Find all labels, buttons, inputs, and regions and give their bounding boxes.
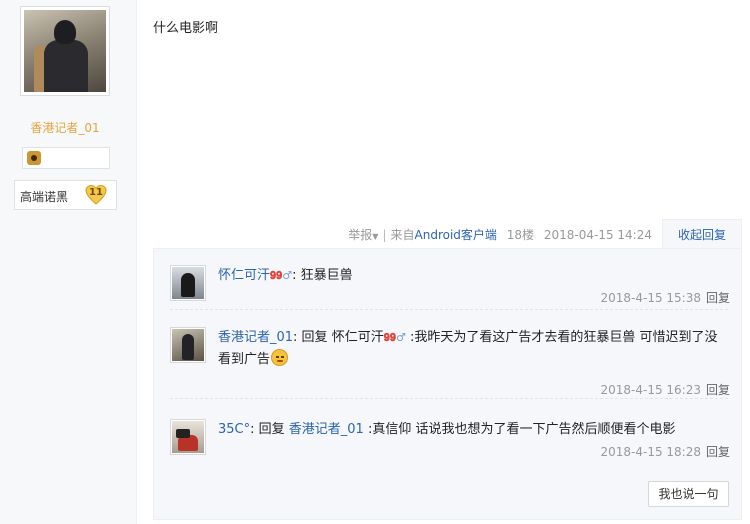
reply-time: 2018-4-15 15:38 — [600, 291, 701, 305]
reply-avatar[interactable] — [170, 327, 206, 363]
level-title: 高端诺黑 — [20, 190, 69, 204]
level-number: 11 — [89, 187, 103, 198]
reply-target[interactable]: 怀仁可汗 — [332, 330, 384, 345]
reply-avatar[interactable] — [170, 265, 206, 301]
reply-item: 怀仁可汗𝟗𝟗♂: 狂暴巨兽 2018-4-15 15:38 回复 — [170, 265, 730, 315]
reply-username[interactable]: 怀仁可汗 — [218, 268, 270, 283]
post-content: 什么电影啊 — [153, 21, 219, 36]
reply-meta: 2018-4-15 18:28 回复 — [600, 443, 730, 460]
reply-button[interactable]: 回复 — [706, 291, 730, 305]
male-icon: ♂ — [395, 331, 406, 344]
medal-icon — [27, 151, 41, 165]
reply-divider — [170, 309, 728, 310]
reply-text: 香港记者_01: 回复 怀仁可汗𝟗𝟗♂ :我昨天为了看这广告才去看的狂暴巨兽 可… — [218, 327, 728, 371]
reply-divider — [170, 398, 728, 399]
reply-username[interactable]: 香港记者_01 — [218, 330, 293, 345]
level-badge[interactable]: 高端诺黑 11 — [14, 180, 117, 210]
reply-message: : 狂暴巨兽 — [292, 268, 353, 283]
reply-time: 2018-4-15 16:23 — [600, 383, 701, 397]
author-avatar[interactable] — [20, 6, 110, 96]
reply-text: 35C°: 回复 香港记者_01 :真信仰 话说我也想为了看一下广告然后顺便看个… — [218, 419, 728, 441]
medal-badge[interactable] — [22, 147, 110, 169]
reply-button[interactable]: 回复 — [706, 445, 730, 459]
reply-meta: 2018-4-15 16:23 回复 — [600, 381, 730, 398]
post-meta: 举报▼ | 来自Android客户端 18楼 2018-04-15 14:24 — [348, 228, 652, 242]
vip-icon: 𝟗𝟗 — [270, 269, 283, 282]
reply-avatar[interactable] — [170, 419, 206, 455]
reply-text: 怀仁可汗𝟗𝟗♂: 狂暴巨兽 — [218, 265, 728, 287]
reply-item: 35C°: 回复 香港记者_01 :真信仰 话说我也想为了看一下广告然后顺便看个… — [170, 419, 730, 469]
reply-prefix: : 回复 — [250, 422, 285, 437]
author-name[interactable]: 香港记者_01 — [0, 119, 130, 136]
avatar-image — [24, 10, 106, 92]
reply-target[interactable]: 香港记者_01 — [289, 422, 364, 437]
reply-username[interactable]: 35C° — [218, 422, 250, 437]
reply-item: 香港记者_01: 回复 怀仁可汗𝟗𝟗♂ :我昨天为了看这广告才去看的狂暴巨兽 可… — [170, 327, 730, 399]
reply-prefix: : 回复 — [293, 330, 328, 345]
reply-time: 2018-4-15 18:28 — [600, 445, 701, 459]
collapse-replies-link[interactable]: 收起回复 — [662, 219, 742, 249]
source-app-link[interactable]: Android客户端 — [415, 228, 497, 242]
reply-list: 怀仁可汗𝟗𝟗♂: 狂暴巨兽 2018-4-15 15:38 回复 香港记者_01:… — [153, 248, 742, 520]
caret-down-icon: ▼ — [372, 232, 379, 241]
author-sidebar: 香港记者_01 高端诺黑 11 — [0, 0, 137, 524]
vip-icon: 𝟗𝟗 — [383, 331, 396, 344]
reply-meta: 2018-4-15 15:38 回复 — [600, 289, 730, 306]
say-something-button[interactable]: 我也说一句 — [648, 481, 729, 507]
reply-button[interactable]: 回复 — [706, 383, 730, 397]
floor-number: 18楼 — [506, 228, 535, 242]
smile-emoji-icon — [271, 349, 289, 366]
post-timestamp: 2018-04-15 14:24 — [543, 228, 652, 242]
level-heart-icon: 11 — [85, 184, 107, 206]
male-icon: ♂ — [282, 269, 293, 282]
reply-message: :真信仰 话说我也想为了看一下广告然后顺便看个电影 — [363, 422, 676, 437]
source-prefix: 来自 — [390, 228, 415, 242]
report-link[interactable]: 举报▼ — [348, 228, 378, 242]
